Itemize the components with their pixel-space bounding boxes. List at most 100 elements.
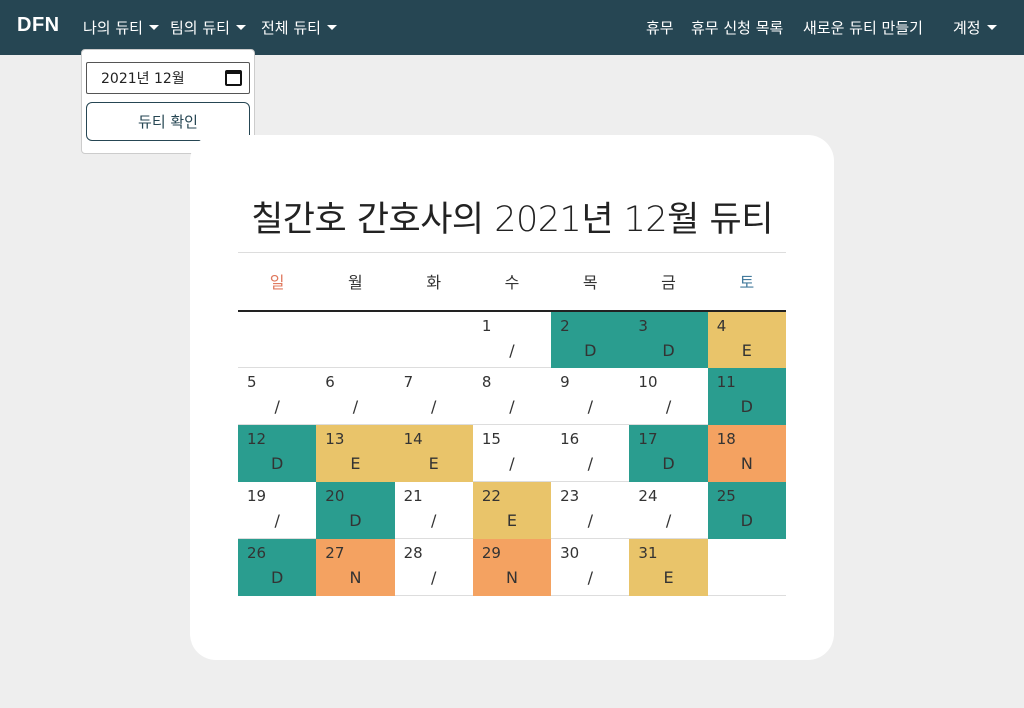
link-create-duty[interactable]: 새로운 듀티 만들기 (803, 0, 923, 55)
calendar-day-cell: 8/ (472, 367, 552, 425)
duty-code: E (428, 454, 439, 473)
duty-code: N (506, 568, 518, 587)
day-number: 16 (560, 430, 580, 448)
weekday-header: 금 (629, 252, 708, 312)
calendar-day-cell: 2D (551, 310, 630, 368)
day-number: 11 (716, 373, 736, 391)
duty-code: / (431, 511, 437, 530)
calendar-day-cell: 21 / (394, 481, 473, 539)
caret-down-icon (986, 25, 997, 30)
empty-day-cell (394, 310, 473, 368)
day-number: 2 (560, 316, 570, 335)
calendar-icon[interactable] (225, 70, 242, 86)
calendar-week-row: 12 D 13 E 14 E 15/16/17 D 18 N (238, 424, 786, 482)
duty-code: / (587, 454, 593, 473)
duty-calendar-card: 칠간호 간호사의 2021년 12월 듀티 일월화수목금토 1/2 D 3 D 4 E 5/… (190, 135, 834, 660)
calendar-day-cell: 4E (707, 310, 786, 368)
calendar-day-cell: 27 N (316, 538, 395, 596)
day-number: 30 (560, 544, 580, 562)
weekday-header: 일 (238, 252, 317, 312)
duty-code: E (741, 340, 752, 360)
duty-code: D (662, 454, 675, 473)
duty-code: D (740, 397, 753, 416)
duty-code: / (587, 397, 593, 416)
calendar-day-cell: 16 / (551, 424, 630, 482)
menu-team-duty-label: 팀의 듀티 (170, 19, 230, 37)
menu-all-duty-label: 전체 듀티 (261, 19, 321, 37)
calendar-day-cell: 29 N (472, 538, 552, 596)
navbar: DFN 나의 듀티 팀의 듀티 전체 듀티 휴무 휴무 신청 목록 새로운 듀티… (0, 0, 1024, 55)
calendar-day-cell: 6/ (316, 367, 395, 425)
day-number: 27 (325, 544, 345, 562)
duty-code: / (509, 454, 515, 473)
duty-code: / (274, 511, 280, 530)
menu-my-duty[interactable]: 나의 듀티 (83, 0, 159, 55)
calendar-day-cell: 23 / (551, 481, 630, 539)
calendar-day-cell: 22 E (472, 481, 552, 539)
brand-logo[interactable]: DFN (17, 14, 60, 37)
calendar-day-cell: 24 / (629, 481, 708, 539)
link-day-off[interactable]: 휴무 (646, 0, 674, 55)
duty-code: / (509, 397, 515, 416)
calendar-day-cell: 3D (629, 310, 708, 368)
day-number: 23 (560, 487, 580, 505)
empty-day-cell (238, 310, 317, 368)
weekday-header: 토 (707, 252, 786, 312)
menu-account[interactable]: 계정 (953, 0, 997, 55)
day-number: 6 (325, 373, 335, 391)
duty-code: D (662, 340, 675, 360)
day-number: 5 (247, 373, 257, 391)
duty-code: / (352, 397, 359, 416)
calendar-day-cell: 5/ (238, 367, 317, 425)
calendar-day-cell: 31 E (629, 538, 708, 596)
calendar-day-cell: 15 / (472, 424, 552, 482)
duty-code: / (587, 511, 593, 530)
duty-calendar: 일월화수목금토 1/2 D 3 D 4 E 5/6/7/8/9/10/11 D 12 D 13 E 14… (238, 252, 786, 596)
duty-code: / (587, 568, 593, 587)
day-number: 15 (481, 430, 501, 448)
calendar-day-cell: 28 / (394, 538, 473, 596)
calendar-day-cell: 30 / (551, 538, 630, 596)
menu-my-duty-label: 나의 듀티 (83, 19, 143, 37)
duty-code: D (584, 340, 597, 360)
duty-code: D (270, 568, 284, 587)
day-number: 21 (403, 487, 423, 505)
menu-all-duty[interactable]: 전체 듀티 (261, 0, 337, 55)
calendar-day-cell: 14 E (394, 424, 473, 482)
duty-code: / (431, 397, 437, 416)
duty-code: E (663, 568, 674, 587)
day-number: 9 (560, 373, 570, 391)
duty-code: D (349, 511, 362, 530)
calendar-body: 1/2 D 3 D 4 E 5/6/7/8/9/10/11 D 12 D 13 E 14 E 15/16/1… (238, 310, 786, 596)
calendar-week-row: 1/2 D 3 D 4 E (238, 310, 786, 368)
link-day-off-requests[interactable]: 휴무 신청 목록 (691, 0, 783, 55)
calendar-day-cell: 1/ (472, 310, 552, 368)
day-number: 19 (247, 487, 267, 505)
duty-code: E (350, 454, 361, 473)
calendar-day-cell: 7/ (394, 367, 473, 425)
duty-code: / (431, 568, 437, 587)
day-number: 3 (638, 316, 648, 335)
day-number: 18 (716, 430, 736, 448)
day-number: 20 (325, 487, 345, 505)
caret-down-icon (235, 25, 246, 30)
calendar-day-cell: 18 N (707, 424, 786, 482)
weekday-header-row: 일월화수목금토 (238, 252, 786, 312)
calendar-day-cell: 11 D (707, 367, 786, 425)
weekday-header: 목 (551, 252, 630, 312)
day-number: 8 (481, 373, 492, 391)
weekday-header: 화 (394, 252, 473, 312)
duty-code: D (740, 511, 753, 530)
duty-code: / (665, 397, 672, 416)
caret-down-icon (148, 25, 159, 30)
caret-down-icon (326, 25, 337, 30)
day-number: 24 (638, 487, 658, 505)
month-input[interactable]: 2021년 12월 (86, 62, 250, 94)
calendar-day-cell: 10 / (629, 367, 708, 425)
duty-code: N (740, 454, 753, 473)
menu-team-duty[interactable]: 팀의 듀티 (170, 0, 246, 55)
calendar-day-cell: 12 D (238, 424, 317, 482)
day-number: 28 (403, 544, 423, 562)
day-number: 13 (325, 430, 345, 448)
day-number: 31 (638, 544, 658, 562)
